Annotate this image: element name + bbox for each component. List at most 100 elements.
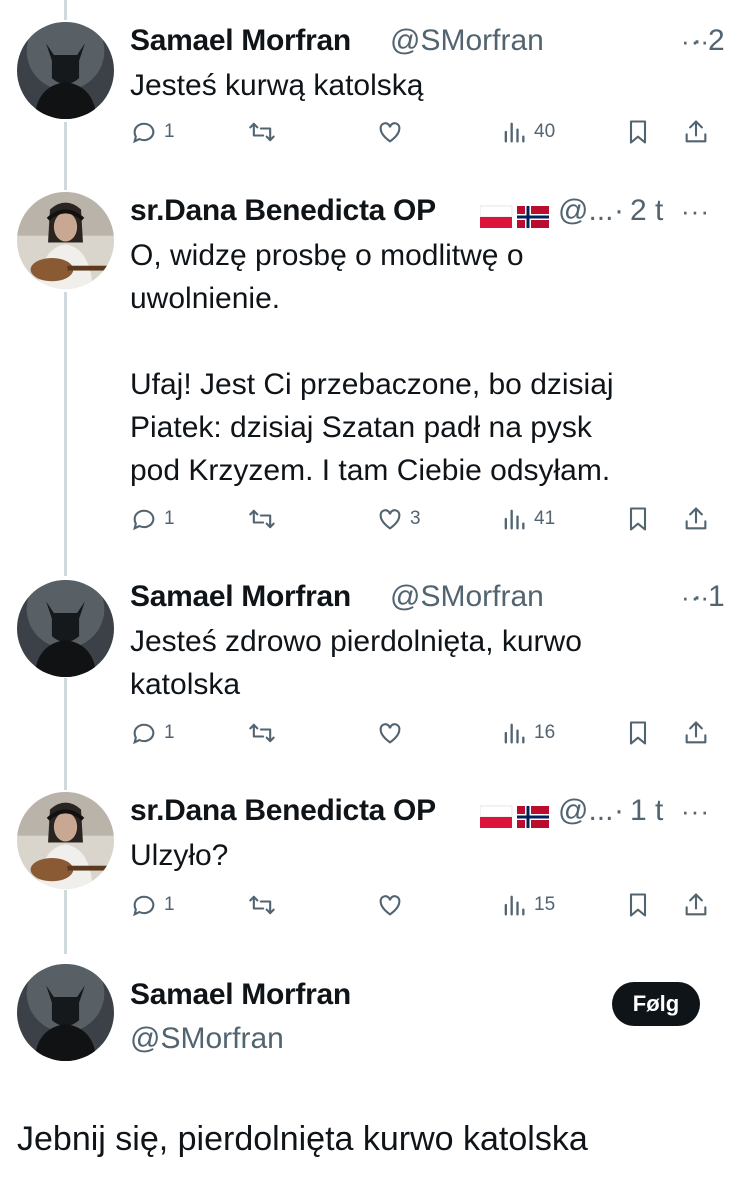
share-button[interactable]: [682, 716, 710, 750]
action-bar: 1 3 41: [130, 502, 710, 536]
reply-tweet[interactable]: Samael Morfran @SMorfran · 1 t ··· Jeste…: [0, 576, 730, 776]
reply-tweet[interactable]: Samael Morfran @SMorfran · 2 t ··· Jeste…: [0, 20, 730, 160]
bookmark-button[interactable]: [624, 115, 652, 149]
norway-flag-icon: [517, 806, 549, 828]
retweet-icon: [249, 122, 275, 142]
author-handle[interactable]: @...: [558, 794, 613, 828]
reply-icon: [133, 509, 155, 531]
share-icon: [685, 721, 707, 744]
share-button[interactable]: [682, 888, 710, 922]
like-count: 3: [410, 508, 421, 529]
share-icon: [685, 893, 707, 916]
follow-button[interactable]: Følg: [612, 982, 700, 1026]
heart-icon: [379, 122, 401, 143]
reply-count: 1: [164, 508, 175, 529]
reply-tweet[interactable]: sr.Dana Benedicta OP @... · 1 t ··· Ulzy…: [0, 790, 730, 940]
nun-with-guitar-avatar-image: [17, 192, 114, 289]
author-name[interactable]: Samael Morfran: [130, 978, 351, 1012]
separator-dot: ·: [614, 194, 624, 227]
views-icon: [504, 895, 525, 916]
heart-icon: [379, 895, 401, 916]
share-button[interactable]: [682, 502, 710, 536]
thread-line: [64, 0, 67, 20]
views-button[interactable]: 16: [500, 716, 555, 750]
retweet-button[interactable]: [248, 716, 282, 750]
views-count: 15: [534, 894, 556, 915]
retweet-button[interactable]: [248, 115, 282, 149]
views-count: 41: [534, 508, 556, 529]
like-button[interactable]: [376, 716, 410, 750]
reply-button[interactable]: 1: [130, 716, 175, 750]
views-button[interactable]: 15: [500, 888, 555, 922]
like-button[interactable]: 3: [376, 502, 421, 536]
views-button[interactable]: 40: [500, 115, 555, 149]
bookmark-button[interactable]: [624, 888, 652, 922]
author-handle[interactable]: @...: [558, 194, 613, 228]
bookmark-button[interactable]: [624, 716, 652, 750]
reply-button[interactable]: 1: [130, 502, 175, 536]
avatar[interactable]: [17, 964, 114, 1061]
norway-flag-icon: [517, 206, 549, 228]
author-handle[interactable]: @SMorfran: [390, 24, 544, 58]
heart-icon: [379, 509, 401, 530]
action-bar: 1 16: [130, 716, 710, 750]
avatar[interactable]: [17, 792, 114, 889]
share-icon: [685, 120, 707, 143]
more-options-icon[interactable]: ···: [681, 196, 710, 227]
bookmark-button[interactable]: [624, 502, 652, 536]
share-button[interactable]: [682, 115, 710, 149]
more-options-icon[interactable]: ···: [681, 26, 710, 57]
horned-figure-avatar-image: [17, 580, 114, 677]
reply-button[interactable]: 1: [130, 115, 175, 149]
avatar[interactable]: [17, 192, 114, 289]
like-button[interactable]: [376, 888, 410, 922]
retweet-icon: [249, 895, 275, 915]
retweet-button[interactable]: [248, 888, 282, 922]
horned-figure-avatar-image: [17, 22, 114, 119]
author-handle[interactable]: @SMorfran: [130, 1022, 284, 1056]
retweet-icon: [249, 509, 275, 529]
poland-flag-icon: [479, 205, 513, 228]
retweet-icon: [249, 723, 275, 743]
more-options-icon[interactable]: ···: [681, 582, 710, 613]
share-icon: [685, 507, 707, 530]
tweet-text: Ulzyło?: [130, 839, 229, 872]
main-tweet-text: Jebnij się, pierdolnięta kurwo katolska: [17, 1120, 588, 1158]
nun-with-guitar-avatar-image: [17, 792, 114, 889]
reply-button[interactable]: 1: [130, 888, 175, 922]
reply-count: 1: [164, 121, 175, 142]
reply-icon: [133, 895, 155, 917]
timestamp[interactable]: 1 t: [708, 580, 730, 614]
bookmark-icon: [629, 893, 647, 917]
flag-emojis: [479, 804, 550, 835]
more-options-icon[interactable]: ···: [681, 796, 710, 827]
reply-icon: [133, 122, 155, 144]
reply-count: 1: [164, 722, 175, 743]
reply-tweet[interactable]: sr.Dana Benedicta OP @... · 2 t ··· O, w…: [0, 190, 730, 560]
flag-emojis: [479, 204, 550, 235]
views-count: 40: [534, 121, 556, 142]
author-name[interactable]: Samael Morfran: [130, 580, 351, 614]
main-tweet[interactable]: Samael Morfran @SMorfran Følg: [0, 962, 730, 1082]
author-name[interactable]: sr.Dana Benedicta OP: [130, 794, 436, 828]
tweet-text: O, widzę prosbę o modlitwę o uwolnienie.…: [130, 239, 614, 487]
poland-flag-icon: [479, 805, 513, 828]
author-name[interactable]: Samael Morfran: [130, 24, 351, 58]
bookmark-icon: [629, 721, 647, 745]
timestamp[interactable]: 2 t: [708, 24, 730, 58]
retweet-button[interactable]: [248, 502, 282, 536]
timestamp[interactable]: 2 t: [630, 194, 663, 228]
author-handle[interactable]: @SMorfran: [390, 580, 544, 614]
avatar[interactable]: [17, 22, 114, 119]
reply-icon: [133, 723, 155, 745]
action-bar: 1 40: [130, 115, 710, 149]
views-button[interactable]: 41: [500, 502, 555, 536]
timestamp[interactable]: 1 t: [630, 794, 663, 828]
like-button[interactable]: [376, 115, 410, 149]
author-name[interactable]: sr.Dana Benedicta OP: [130, 194, 436, 228]
avatar[interactable]: [17, 580, 114, 677]
horned-figure-avatar-image: [17, 964, 114, 1061]
views-count: 16: [534, 722, 556, 743]
bookmark-icon: [629, 507, 647, 531]
views-icon: [504, 723, 525, 744]
